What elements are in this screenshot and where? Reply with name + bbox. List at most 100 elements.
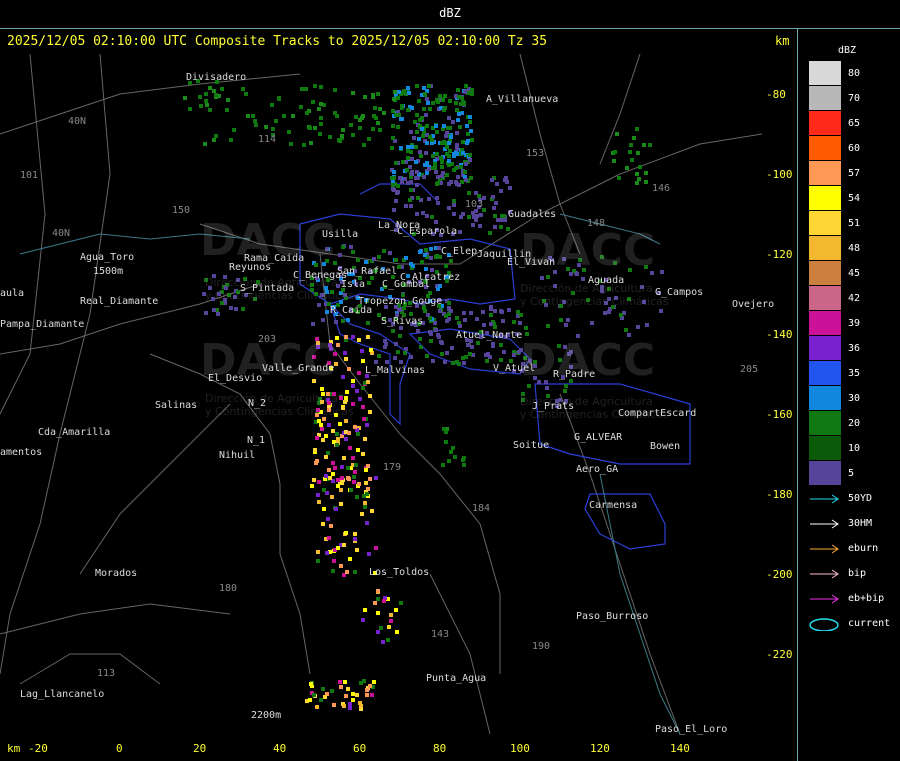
place-label: Bowen xyxy=(650,441,681,452)
y-tick: -100 xyxy=(766,168,793,181)
window-title: dBZ xyxy=(439,6,461,20)
legend-swatch xyxy=(809,336,841,360)
legend-label: 57 xyxy=(848,168,861,179)
legend-label: 80 xyxy=(848,68,861,79)
legend-label: 30 xyxy=(848,393,861,404)
x-tick: -20 xyxy=(28,742,48,755)
legend-label: 70 xyxy=(848,93,861,104)
x-tick: 100 xyxy=(510,742,530,755)
legend-label: 48 xyxy=(848,243,861,254)
legend-swatch xyxy=(809,386,841,410)
place-label: Aero_GA xyxy=(576,464,619,475)
route-number: 103 xyxy=(465,199,484,210)
route-number: 143 xyxy=(431,629,450,640)
route-number: 101 xyxy=(20,170,39,181)
legend-label: 36 xyxy=(848,343,861,354)
place-label: N_2 xyxy=(248,398,267,409)
legend-label: 10 xyxy=(848,443,861,454)
y-tick: -160 xyxy=(766,408,793,421)
place-label: S_Pintada xyxy=(240,283,295,294)
place-label: amentos xyxy=(0,447,43,458)
x-tick: 120 xyxy=(590,742,610,755)
track-arrow-icon xyxy=(810,544,839,554)
track-arrow-icon xyxy=(810,494,839,504)
place-label: G_ALVEAR xyxy=(574,432,623,443)
place-label: Guadales xyxy=(508,209,557,220)
track-arrow-icon xyxy=(810,519,839,529)
place-label: Paso_El_Loro xyxy=(655,724,728,735)
title-bar: dBZ xyxy=(0,0,900,29)
place-label: Nihuil xyxy=(219,450,256,461)
route-number: 40N xyxy=(68,116,87,127)
place-label: Salinas xyxy=(155,400,198,411)
y-tick: -120 xyxy=(766,248,793,261)
route-number: 203 xyxy=(258,334,277,345)
legend-label: 60 xyxy=(848,143,861,154)
place-label: Ovejero xyxy=(732,299,775,310)
place-label: C_Benegas xyxy=(293,270,348,281)
place-label: Real_Diamante xyxy=(80,296,159,307)
track-label: bip xyxy=(848,568,867,579)
place-label: Valle_Grande xyxy=(262,363,335,374)
legend-label: 5 xyxy=(848,468,855,479)
route-number: 40N xyxy=(52,228,71,239)
legend-swatch xyxy=(809,111,841,135)
route-number: 205 xyxy=(740,364,759,375)
place-label: C_Elep xyxy=(441,246,478,257)
place-label: A_Villanueva xyxy=(486,94,559,105)
x-tick: 140 xyxy=(670,742,690,755)
place-label: N_1 xyxy=(247,435,266,446)
track-label: 30HM xyxy=(848,518,873,529)
place-label: Reyunos xyxy=(229,262,272,273)
place-label: Agua_Toro xyxy=(80,252,135,263)
legend-label: 65 xyxy=(848,118,861,129)
place-label: Paso_Burroso xyxy=(576,611,649,622)
legend-swatch xyxy=(809,211,841,235)
place-label: Usilla xyxy=(322,229,359,240)
place-label: J_Prats xyxy=(532,401,575,412)
legend-swatch xyxy=(809,411,841,435)
place-label: Pampa_Diamante xyxy=(0,319,85,330)
y-tick: -140 xyxy=(766,328,793,341)
place-label: Cda_Amarilla xyxy=(38,427,111,438)
legend-label: 45 xyxy=(848,268,861,279)
legend-swatch xyxy=(809,286,841,310)
place-label: G_Campos xyxy=(655,287,704,298)
route-number: 190 xyxy=(532,641,551,652)
track-label: 50YD xyxy=(848,493,873,504)
legend-label: 39 xyxy=(848,318,861,329)
route-number: 179 xyxy=(383,462,402,473)
legend-swatch xyxy=(809,86,841,110)
route-number: 150 xyxy=(172,205,191,216)
track-label: eb+bip xyxy=(848,593,885,604)
x-tick: 80 xyxy=(433,742,447,755)
place-label: Tropezon_Gouge xyxy=(358,296,443,307)
legend-swatch xyxy=(809,161,841,185)
route-number: 114 xyxy=(258,134,277,145)
place-label: C_Esparola xyxy=(397,226,458,237)
legend-swatch xyxy=(809,236,841,260)
current-ellipse-icon xyxy=(809,618,839,631)
x-tick: 60 xyxy=(353,742,367,755)
route-number: 184 xyxy=(472,503,491,514)
place-label: Soitue xyxy=(513,440,550,451)
legend-swatch xyxy=(809,461,841,485)
legend-label: 35 xyxy=(848,368,861,379)
track-arrow-icon xyxy=(810,594,839,604)
legend-label: 20 xyxy=(848,418,861,429)
km-unit-top: km xyxy=(775,34,790,48)
place-label: Isla xyxy=(341,279,366,290)
headline: 2025/12/05 02:10:00 UTC Composite Tracks… xyxy=(7,34,548,49)
place-label: Aguada xyxy=(588,275,625,286)
route-number: 148 xyxy=(587,218,606,229)
y-tick: -200 xyxy=(766,568,793,581)
route-number: 146 xyxy=(652,183,671,194)
place-label: 1500m xyxy=(93,266,124,277)
watermark-brand: DACC xyxy=(520,225,656,276)
place-label: Punta_Agua xyxy=(426,673,487,684)
place-label: L_Malvinas xyxy=(365,365,426,376)
place-label: Morados xyxy=(95,568,138,579)
place-label: El_Vivan xyxy=(507,257,556,268)
place-label: R_Padre xyxy=(553,369,596,380)
legend-swatch xyxy=(809,186,841,210)
